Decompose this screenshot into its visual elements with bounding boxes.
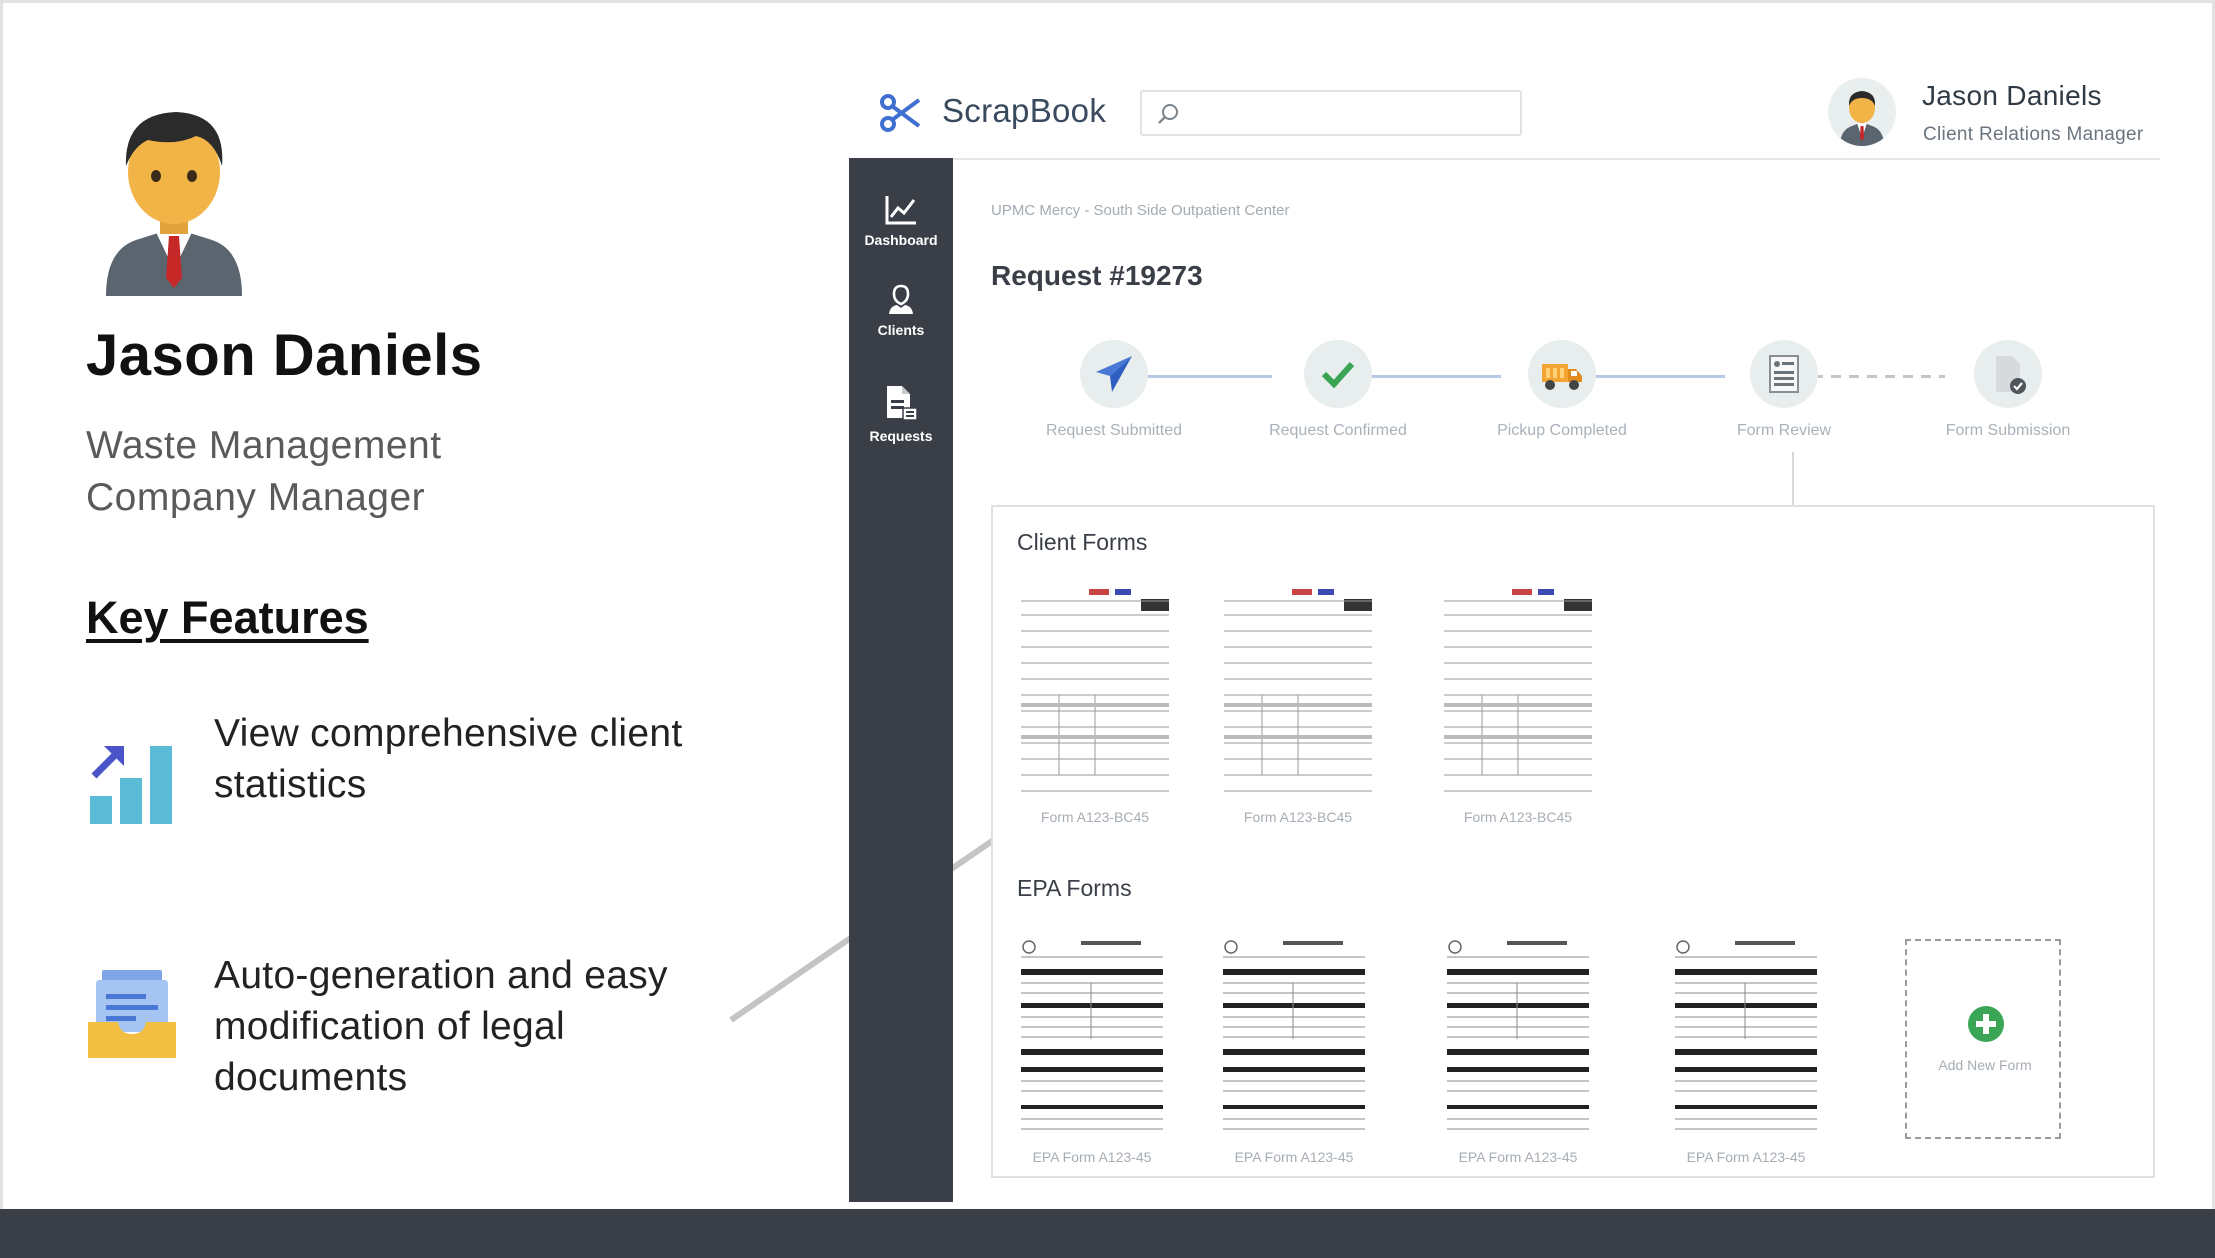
truck-icon xyxy=(1542,364,1582,390)
step-circle xyxy=(1304,340,1372,408)
sidebar-item-dashboard[interactable]: Dashboard xyxy=(849,194,953,248)
businessman-avatar-icon xyxy=(1840,91,1884,146)
epa-form-card[interactable]: EPA Form A123-45 xyxy=(1673,939,1819,1165)
form-caption: Form A123-BC45 xyxy=(1243,809,1353,825)
breadcrumb[interactable]: UPMC Mercy - South Side Outpatient Cente… xyxy=(991,202,1289,219)
scissors-icon xyxy=(880,94,921,132)
step-form-review[interactable]: Form Review xyxy=(1694,340,1874,440)
feature-text-line: documents xyxy=(214,1056,408,1099)
step-request-submitted[interactable]: Request Submitted xyxy=(1024,340,1204,440)
sidebar-item-label: Clients xyxy=(877,322,925,338)
form-document-thumbnail xyxy=(1222,587,1374,799)
user-icon xyxy=(889,284,913,314)
sidebar: Dashboard Clients Requests xyxy=(849,158,953,1202)
sidebar-item-label: Dashboard xyxy=(864,232,938,248)
sidebar-item-requests[interactable]: Requests xyxy=(849,384,953,444)
user-role: Client Relations Manager xyxy=(1923,124,2144,145)
form-document-thumbnail xyxy=(1442,587,1594,799)
form-caption: EPA Form A123-45 xyxy=(1686,1149,1806,1165)
form-icon xyxy=(1769,355,1799,393)
feature-text-line: View comprehensive client xyxy=(214,712,683,755)
persona-role: Waste Management Company Manager xyxy=(86,420,606,524)
user-name: Jason Daniels xyxy=(1922,80,2102,111)
epa-form-card[interactable]: EPA Form A123-45 xyxy=(1221,939,1367,1165)
key-features-title: Key Features xyxy=(86,592,369,643)
form-document-thumbnail xyxy=(1019,939,1165,1139)
sidebar-item-clients[interactable]: Clients xyxy=(849,284,953,338)
document-tray-icon xyxy=(88,970,176,1058)
epa-form-card[interactable]: EPA Form A123-45 xyxy=(1019,939,1165,1165)
step-label: Form Submission xyxy=(1945,422,2071,439)
step-circle xyxy=(1080,340,1148,408)
persona-role-line: Waste Management xyxy=(86,424,442,467)
step-pickup-completed[interactable]: Pickup Completed xyxy=(1472,340,1652,440)
app-header: ScrapBook Jason Daniels Client Relations… xyxy=(850,70,2160,160)
feature-statistics-text: View comprehensive client statistics xyxy=(214,708,774,810)
client-forms-title: Client Forms xyxy=(1017,529,1148,555)
line-chart-icon xyxy=(885,196,916,225)
step-label: Form Review xyxy=(1736,422,1832,439)
plus-circle-icon xyxy=(1968,1006,2004,1042)
form-caption: Form A123-BC45 xyxy=(1040,809,1150,825)
epa-forms-title: EPA Forms xyxy=(1017,875,1132,901)
panel-pointer-line xyxy=(1792,452,1794,506)
page-title: Request #19273 xyxy=(991,260,1203,291)
client-form-card[interactable]: Form A123-BC45 xyxy=(1442,587,1594,825)
persona-name: Jason Daniels xyxy=(86,323,483,388)
checkmark-icon xyxy=(1321,361,1355,389)
feature-documents-text: Auto-generation and easy modification of… xyxy=(214,950,774,1103)
forms-panel: Client Forms Form A123-BC45 Form A123-BC… xyxy=(991,505,2155,1178)
add-new-form-label: Add New Form xyxy=(1938,1057,2032,1073)
app-name: ScrapBook xyxy=(942,92,1107,129)
form-document-thumbnail xyxy=(1019,587,1171,799)
user-avatar[interactable] xyxy=(1828,78,1896,146)
step-request-confirmed[interactable]: Request Confirmed xyxy=(1248,340,1428,440)
client-form-card[interactable]: Form A123-BC45 xyxy=(1222,587,1374,825)
search-input[interactable] xyxy=(1140,90,1522,136)
form-caption: EPA Form A123-45 xyxy=(1458,1149,1578,1165)
step-label: Request Confirmed xyxy=(1269,422,1407,439)
client-form-card[interactable]: Form A123-BC45 xyxy=(1019,587,1171,825)
form-document-thumbnail xyxy=(1445,939,1591,1139)
form-document-thumbnail xyxy=(1673,939,1819,1139)
form-caption: EPA Form A123-45 xyxy=(1234,1149,1354,1165)
step-circle xyxy=(1750,340,1818,408)
progress-stepper: Request Submitted Request Confirmed Pick… xyxy=(1040,340,2120,450)
form-caption: Form A123-BC45 xyxy=(1463,809,1573,825)
form-caption: EPA Form A123-45 xyxy=(1032,1149,1152,1165)
step-circle xyxy=(1974,340,2042,408)
feature-text-line: statistics xyxy=(214,763,367,806)
footer-bar xyxy=(0,1209,2215,1258)
search-icon xyxy=(1158,104,1178,124)
sidebar-item-label: Requests xyxy=(869,428,933,444)
persona-role-line: Company Manager xyxy=(86,476,426,519)
feature-text-line: Auto-generation and easy xyxy=(214,954,668,997)
epa-form-card[interactable]: EPA Form A123-45 xyxy=(1445,939,1591,1165)
step-label: Request Submitted xyxy=(1045,422,1183,439)
bar-chart-up-icon xyxy=(90,746,172,824)
add-new-form-button[interactable]: Add New Form xyxy=(1905,939,2061,1139)
paper-plane-icon xyxy=(1096,356,1132,392)
step-circle xyxy=(1528,340,1596,408)
form-document-thumbnail xyxy=(1221,939,1367,1139)
step-form-submission[interactable]: Form Submission xyxy=(1918,340,2098,440)
document-list-icon xyxy=(887,386,918,421)
document-check-icon xyxy=(1996,356,2026,394)
feature-text-line: modification of legal xyxy=(214,1005,565,1048)
businessman-avatar-icon xyxy=(106,112,242,296)
step-label: Pickup Completed xyxy=(1497,422,1627,439)
